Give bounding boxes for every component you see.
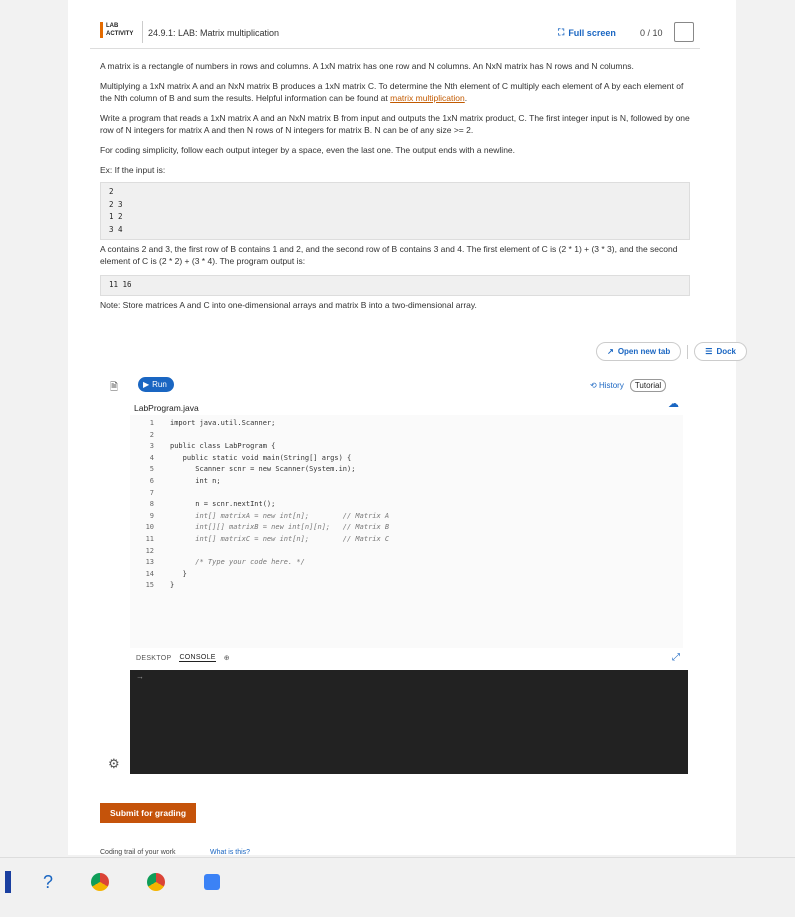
submit-for-grading-button[interactable]: Submit for grading [100,803,197,823]
add-tab-icon[interactable]: ⊕ [224,654,230,662]
code-line[interactable]: public class LabProgram { [170,441,389,453]
fullscreen-icon: ⛶ [558,27,565,37]
history-button[interactable]: ⟲ History [590,381,624,390]
coding-trail-label: Coding trail of your work [100,849,176,856]
dock-icon: ☰ [705,347,713,356]
code-line[interactable]: int n; [170,476,389,488]
matrix-multiplication-link[interactable]: matrix multiplication [390,93,465,103]
example-output: 11 16 [100,275,690,296]
instruction-p7: Note: Store matrices A and C into one-di… [100,299,477,310]
line-numbers: 1 2 3 4 5 6 7 8 9 10 11 12 13 14 15 [130,418,154,592]
code-line[interactable]: public static void main(String[] args) { [170,453,389,465]
line-number: 9 [149,511,154,520]
line-number: 5 [149,465,154,474]
line-number: 10 [145,523,154,532]
line-number: 13 [145,558,154,567]
line-number: 6 [149,476,154,485]
instruction-p2: Multiplying a 1xN matrix A and an NxN ma… [100,80,690,104]
code-line[interactable]: import java.util.Scanner; [170,418,389,430]
lab-title: 24.9.1: LAB: Matrix multiplication [148,28,280,38]
run-label: Run [152,380,167,389]
gear-icon[interactable]: ⚙ [108,756,120,772]
history-label: History [598,381,624,390]
file-icon[interactable]: 🗎 [110,380,118,397]
line-number: 2 [149,430,154,439]
open-new-tab-button[interactable]: ↗ Open new tab [596,342,682,361]
instruction-p5: Ex: If the input is: [100,165,166,175]
cloud-icon[interactable]: ☁ [668,397,679,410]
history-tutorial: ⟲ History Tutorial [590,379,667,392]
console-output[interactable] [130,670,688,774]
line-number: 12 [145,546,154,555]
chrome-profile-icon[interactable] [144,870,168,894]
toolbar-divider [687,344,689,359]
instruction-p6: A contains 2 and 3, the first row of B c… [100,244,678,266]
code-line[interactable]: int[] matrixA = new int[n]; // Matrix A [170,511,389,523]
line-number: 1 [149,419,154,427]
line-number: 15 [145,581,154,590]
code-content[interactable]: import java.util.Scanner; public class La… [170,418,389,592]
fullscreen-label: Full screen [568,27,616,38]
tab-desktop[interactable]: DESKTOP [136,655,171,662]
line-number: 11 [145,534,154,543]
fullscreen-button[interactable]: ⛶ Full screen [558,27,616,38]
code-line[interactable]: Scanner scnr = new Scanner(System.in); [170,464,389,476]
instruction-p3: Write a program that reads a 1xN matrix … [100,113,690,135]
score-text: 0 / 10 [640,28,663,38]
code-line[interactable]: } [170,580,389,592]
lab-activity-badge: LAB ACTIVITY [100,22,133,38]
editor-toolbar: ↗ Open new tab ☰ Dock [596,342,747,361]
header-divider [142,21,143,43]
badge-line2: ACTIVITY [106,31,134,37]
line-number: 3 [149,442,154,451]
line-number: 7 [149,488,154,497]
code-line[interactable] [170,430,389,442]
score-box-icon [674,22,694,42]
console-prompt: → [136,672,144,681]
taskbar-edge-icon [4,870,12,894]
p2-end: . [464,93,468,103]
example-input: 2 2 3 1 2 3 4 [100,182,690,240]
code-line[interactable]: int[] matrixC = new int[n]; // Matrix C [170,534,389,546]
lab-header: LAB ACTIVITY 24.9.1: LAB: Matrix multipl… [90,18,700,49]
line-number: 14 [145,569,154,578]
tab-console[interactable]: CONSOLE [179,654,216,662]
code-line[interactable] [170,546,389,558]
instruction-p1: A matrix is a rectangle of numbers in ro… [100,61,634,71]
instruction-p4: For coding simplicity, follow each outpu… [100,145,516,155]
badge-line1: LAB [106,23,119,29]
tutorial-button[interactable]: Tutorial [629,379,667,392]
external-link-icon: ↗ [607,347,614,356]
instructions: A matrix is a rectangle of numbers in ro… [100,60,690,319]
taskbar [0,857,795,917]
console-tabs: DESKTOP CONSOLE ⊕ [136,654,230,662]
line-number: 8 [149,500,154,509]
expand-icon[interactable]: ⤢ [672,652,680,663]
photos-icon[interactable] [200,870,224,894]
play-icon: ▶ [143,380,150,389]
what-is-this-link[interactable]: What is this? [210,849,250,856]
file-name: LabProgram.java [134,403,199,413]
code-line[interactable]: } [170,569,389,581]
open-tab-label: Open new tab [617,347,671,356]
code-line[interactable]: n = scnr.nextInt(); [170,499,389,511]
run-button[interactable]: ▶ Run [138,377,174,392]
code-line[interactable]: int[][] matrixB = new int[n][n]; // Matr… [170,522,389,534]
line-number: 4 [149,453,154,462]
chrome-icon[interactable] [88,870,112,894]
code-line[interactable] [170,488,389,500]
help-icon[interactable]: ? [36,870,60,894]
code-line[interactable]: /* Type your code here. */ [170,557,389,569]
dock-button[interactable]: ☰ Dock [694,342,747,361]
dock-label: Dock [716,347,736,356]
